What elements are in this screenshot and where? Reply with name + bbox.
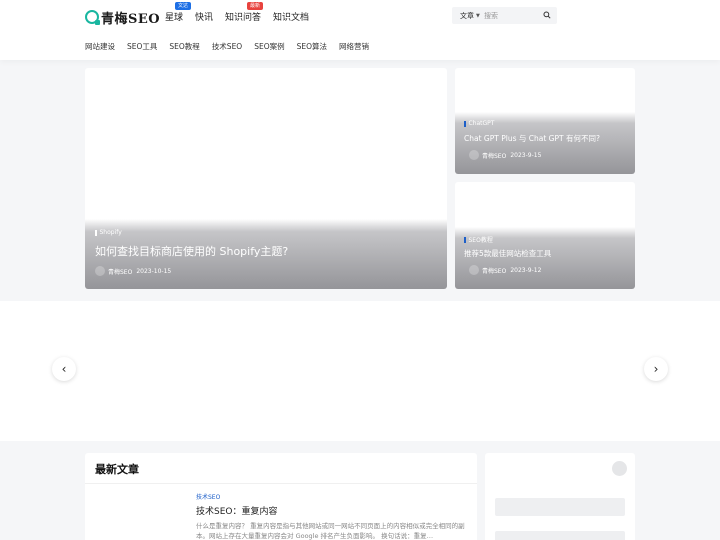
subnav-item-seo-algorithm[interactable]: SEO算法: [297, 41, 327, 52]
logo-icon: [85, 10, 100, 25]
search-box: 文章 ▼: [452, 7, 557, 24]
hero-title[interactable]: 如何查找目标商店使用的 Shopify主题?: [95, 243, 288, 259]
hero-meta: 青梅SEO 2023-9-12: [469, 265, 541, 275]
subnav-item-seo-tutorial[interactable]: SEO教程: [169, 41, 199, 52]
topnav-item-news[interactable]: 快讯: [195, 10, 213, 23]
subnav-item-marketing[interactable]: 网络营销: [339, 41, 369, 52]
subnav-item-technical-seo[interactable]: 技术SEO: [212, 41, 242, 52]
hero-meta: 青梅SEO 2023-9-15: [469, 150, 541, 160]
hero-title[interactable]: Chat GPT Plus 与 Chat GPT 有何不同?: [464, 133, 600, 144]
sidebar-widget: [485, 453, 635, 540]
sidebar-placeholder-bar: [495, 498, 625, 516]
banner-carousel: ‹ ›: [0, 301, 720, 441]
carousel-prev-button[interactable]: ‹: [52, 357, 76, 381]
hero-meta: 青梅SEO 2023-10-15: [95, 266, 171, 276]
topnav-badge: 最新: [247, 2, 264, 10]
chevron-left-icon: ‹: [61, 362, 67, 376]
category-nav: 网站建设 SEO工具 SEO教程 技术SEO SEO案例 SEO算法 网络营销: [85, 41, 381, 52]
topnav-label: 星球: [165, 13, 184, 23]
subnav-item-website[interactable]: 网站建设: [85, 41, 115, 52]
search-type-select[interactable]: 文章 ▼: [452, 11, 484, 21]
search-type-label: 文章: [460, 11, 474, 20]
hero-side-card-2[interactable]: SEO教程 推荐5款最佳网站检查工具 青梅SEO 2023-9-12: [455, 182, 635, 289]
subnav-item-seo-tools[interactable]: SEO工具: [127, 41, 157, 52]
avatar: [469, 265, 479, 275]
hero-date: 2023-9-15: [510, 151, 542, 159]
sidebar-placeholder-bar: [495, 531, 625, 540]
chevron-down-icon: ▼: [476, 12, 480, 19]
topnav-label: 知识文档: [273, 13, 310, 23]
sidebar-placeholder-circle: [612, 461, 627, 476]
search-input[interactable]: [484, 11, 536, 20]
avatar: [469, 150, 479, 160]
hero-overlay: Shopify 如何查找目标商店使用的 Shopify主题? 青梅SEO 202…: [85, 219, 447, 289]
topnav-badge: 文达: [175, 2, 192, 10]
hero-author: 青梅SEO: [482, 267, 507, 275]
hero-date: 2023-10-15: [136, 267, 172, 275]
section-title: 最新文章: [95, 463, 139, 476]
topnav-label: 快讯: [195, 13, 214, 23]
hero-author: 青梅SEO: [108, 268, 133, 276]
hero-main-card[interactable]: Shopify 如何查找目标商店使用的 Shopify主题? 青梅SEO 202…: [85, 68, 447, 289]
subnav-item-seo-cases[interactable]: SEO案例: [254, 41, 284, 52]
article-excerpt: 什么是重复内容？ 重复内容是指与其他网站或同一网站不同页面上的内容相似或完全相同…: [196, 522, 465, 540]
chevron-right-icon: ›: [653, 362, 659, 376]
latest-articles: 最新文章 技术SEO 技术SEO：重复内容 什么是重复内容？ 重复内容是指与其他…: [85, 453, 477, 540]
hero-side-card-1[interactable]: ChatGPT Chat GPT Plus 与 Chat GPT 有何不同? 青…: [455, 68, 635, 174]
search-icon[interactable]: [543, 11, 551, 19]
topnav-item-planet[interactable]: 星球 文达: [165, 2, 192, 23]
hero-category[interactable]: ChatGPT: [464, 120, 495, 127]
topnav-item-qa[interactable]: 知识问答 最新: [225, 2, 264, 23]
hero-overlay: SEO教程 推荐5款最佳网站检查工具 青梅SEO 2023-9-12: [455, 227, 635, 289]
site-logo[interactable]: 青梅SEO: [85, 8, 161, 27]
carousel-next-button[interactable]: ›: [644, 357, 668, 381]
hero-category[interactable]: SEO教程: [464, 235, 493, 244]
hero-category[interactable]: Shopify: [95, 229, 122, 236]
hero-author: 青梅SEO: [482, 152, 507, 160]
divider: [85, 483, 477, 484]
avatar: [95, 266, 105, 276]
hero-date: 2023-9-12: [510, 266, 542, 274]
hero-overlay: ChatGPT Chat GPT Plus 与 Chat GPT 有何不同? 青…: [455, 112, 635, 174]
article-title[interactable]: 技术SEO：重复内容: [196, 504, 277, 517]
logo-text: 青梅SEO: [101, 11, 161, 27]
topnav-item-docs[interactable]: 知识文档: [273, 10, 309, 23]
site-header: 青梅SEO 星球 文达 快讯 知识问答 最新 知识文档 文章 ▼ 网站建设 SE…: [0, 0, 720, 60]
top-nav: 星球 文达 快讯 知识问答 最新 知识文档: [165, 2, 321, 23]
article-category[interactable]: 技术SEO: [196, 492, 220, 501]
topnav-label: 知识问答: [225, 13, 262, 23]
hero-title[interactable]: 推荐5款最佳网站检查工具: [464, 248, 551, 259]
